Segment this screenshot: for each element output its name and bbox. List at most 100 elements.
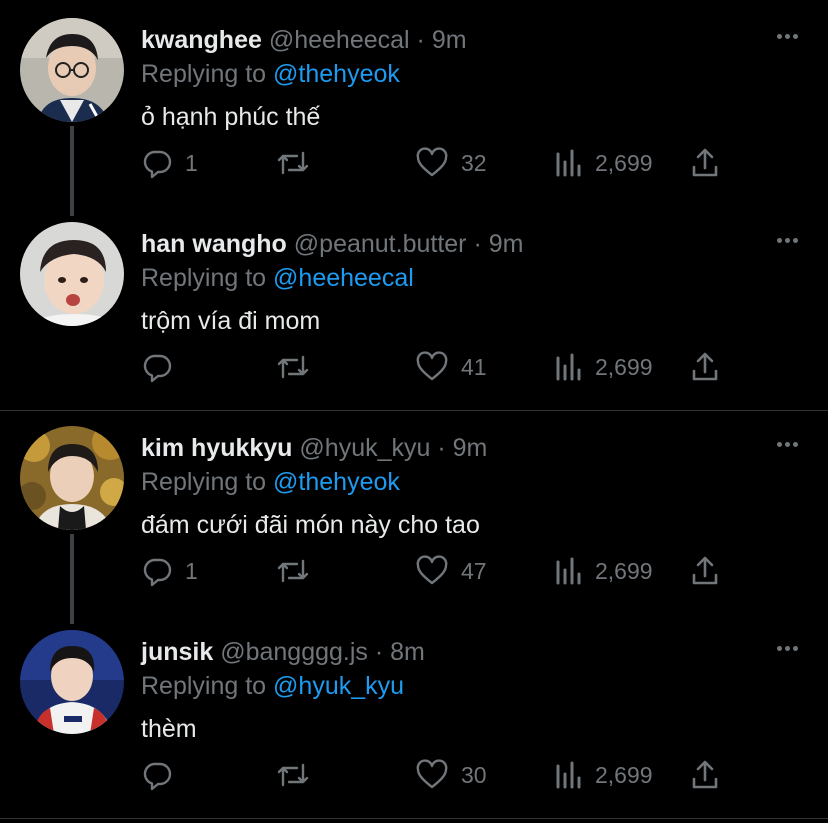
tweet-text: đám cưới đãi món này cho tao (141, 511, 480, 539)
tweet-actions: 41 2,699 (141, 348, 741, 386)
like-count: 30 (461, 761, 487, 788)
avatar[interactable] (20, 18, 124, 122)
share-icon (692, 352, 718, 381)
share-button[interactable] (689, 552, 721, 590)
views-button[interactable]: 2,699 (555, 552, 653, 590)
user-handle[interactable]: @bangggg.js (220, 638, 368, 666)
like-button[interactable]: 30 (415, 756, 487, 794)
tweet-text: ỏ hạnh phúc thế (141, 103, 321, 131)
view-count: 2,699 (595, 557, 653, 584)
views-icon (556, 149, 581, 177)
retweet-icon (277, 151, 309, 175)
tweet-actions: 1 47 2,699 (141, 552, 741, 590)
display-name[interactable]: han wangho (141, 230, 287, 258)
mention-link[interactable]: @heeheecal (273, 264, 414, 292)
user-handle[interactable]: @peanut.butter (294, 230, 467, 258)
reply-icon (143, 762, 172, 791)
share-icon (692, 148, 718, 177)
reply-icon (143, 150, 172, 179)
replying-to: Replying to @thehyeok (141, 466, 400, 498)
user-handle[interactable]: @heeheecal (269, 26, 410, 54)
views-icon (556, 761, 581, 789)
tweet-header: kwanghee @heeheecal · 9m (141, 24, 467, 56)
more-options-icon[interactable] (777, 442, 798, 447)
display-name[interactable]: junsik (141, 638, 213, 666)
replying-to-label: Replying to (141, 60, 267, 88)
retweet-icon (277, 763, 309, 787)
like-count: 47 (461, 557, 487, 584)
avatar[interactable] (20, 222, 124, 326)
heart-icon (416, 555, 448, 585)
reply-count: 1 (185, 557, 198, 584)
tweet[interactable]: han wangho @peanut.butter · 9m Replying … (0, 204, 828, 410)
timestamp[interactable]: 9m (432, 26, 467, 54)
timestamp[interactable]: 9m (453, 434, 488, 462)
view-count: 2,699 (595, 353, 653, 380)
more-options-icon[interactable] (777, 34, 798, 39)
reply-button[interactable]: 1 (141, 144, 198, 182)
reply-button[interactable] (141, 756, 185, 794)
retweet-button[interactable] (275, 756, 323, 794)
tweet-header: junsik @bangggg.js · 8m (141, 636, 425, 668)
timestamp[interactable]: 8m (390, 638, 425, 666)
separator: · (374, 638, 384, 666)
views-icon (556, 557, 581, 585)
like-count: 41 (461, 353, 487, 380)
tweet[interactable]: kwanghee @heeheecal · 9m Replying to @th… (0, 0, 828, 204)
like-button[interactable]: 47 (415, 552, 487, 590)
share-icon (692, 556, 718, 585)
mention-link[interactable]: @thehyeok (273, 60, 400, 88)
tweet-header: han wangho @peanut.butter · 9m (141, 228, 523, 260)
replying-to: Replying to @heeheecal (141, 262, 414, 294)
views-icon (556, 353, 581, 381)
mention-link[interactable]: @thehyeok (273, 468, 400, 496)
tweet-actions: 30 2,699 (141, 756, 741, 794)
mention-link[interactable]: @hyuk_kyu (273, 672, 404, 700)
views-button[interactable]: 2,699 (555, 348, 653, 386)
share-button[interactable] (689, 756, 721, 794)
view-count: 2,699 (595, 761, 653, 788)
more-options-icon[interactable] (777, 646, 798, 651)
tweet[interactable]: kim hyukkyu @hyuk_kyu · 9m Replying to @… (0, 408, 828, 612)
share-button[interactable] (689, 348, 721, 386)
display-name[interactable]: kwanghee (141, 26, 262, 54)
timestamp[interactable]: 9m (489, 230, 524, 258)
heart-icon (416, 351, 448, 381)
avatar[interactable] (20, 630, 124, 734)
separator: · (416, 26, 425, 54)
replying-to: Replying to @thehyeok (141, 58, 400, 90)
tweet-header: kim hyukkyu @hyuk_kyu · 9m (141, 432, 487, 464)
like-button[interactable]: 41 (415, 348, 487, 386)
reply-button[interactable] (141, 348, 185, 386)
tweet[interactable]: junsik @bangggg.js · 8m Replying to @hyu… (0, 612, 828, 816)
replying-to-label: Replying to (141, 264, 267, 292)
retweet-button[interactable] (275, 552, 323, 590)
retweet-button[interactable] (275, 348, 323, 386)
reply-icon (143, 558, 172, 587)
reply-button[interactable]: 1 (141, 552, 198, 590)
separator: · (437, 434, 446, 462)
views-button[interactable]: 2,699 (555, 144, 653, 182)
replying-to-label: Replying to (141, 672, 267, 700)
like-count: 32 (461, 149, 487, 176)
more-options-icon[interactable] (777, 238, 798, 243)
reply-count: 1 (185, 149, 198, 176)
heart-icon (416, 759, 448, 789)
retweet-icon (277, 355, 309, 379)
share-icon (692, 760, 718, 789)
views-button[interactable]: 2,699 (555, 756, 653, 794)
heart-icon (416, 147, 448, 177)
retweet-icon (277, 559, 309, 583)
view-count: 2,699 (595, 149, 653, 176)
tweet-actions: 1 32 2,699 (141, 144, 741, 182)
separator: · (473, 230, 482, 258)
like-button[interactable]: 32 (415, 144, 487, 182)
tweet-text: thèm (141, 715, 197, 743)
retweet-button[interactable] (275, 144, 323, 182)
replying-to: Replying to @hyuk_kyu (141, 670, 404, 702)
tweet-text: trộm vía đi mom (141, 307, 321, 335)
user-handle[interactable]: @hyuk_kyu (299, 434, 430, 462)
avatar[interactable] (20, 426, 124, 530)
share-button[interactable] (689, 144, 721, 182)
display-name[interactable]: kim hyukkyu (141, 434, 292, 462)
